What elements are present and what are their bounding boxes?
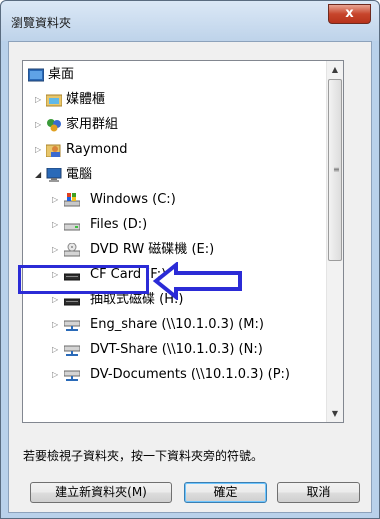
network-drive-icon: [64, 345, 80, 356]
scroll-up-icon[interactable]: ▲: [327, 61, 343, 78]
tree-item-label: Windows (C:): [90, 192, 176, 207]
new-folder-button[interactable]: 建立新資料夾(M): [30, 482, 172, 503]
system-drive-icon: [64, 193, 80, 207]
expand-arrow-icon[interactable]: ▷: [52, 188, 58, 212]
library-icon: [46, 94, 62, 107]
homegroup-icon: [47, 119, 61, 132]
vertical-scrollbar[interactable]: ▲ ≡ ▼: [326, 61, 343, 422]
expand-arrow-icon[interactable]: ▷: [35, 88, 41, 112]
scrollbar-thumb[interactable]: ≡: [328, 79, 342, 261]
tree-item-label: 桌面: [48, 67, 75, 82]
drive-icon: [64, 223, 80, 231]
title-bar[interactable]: 瀏覽資料夾 x: [1, 1, 379, 41]
tree-item-label: DVD RW 磁碟機 (E:): [90, 242, 215, 257]
cancel-button[interactable]: 取消: [277, 482, 360, 503]
expand-arrow-icon[interactable]: ▷: [35, 113, 41, 137]
user-folder-icon: [46, 144, 61, 157]
tree-item-label: 電腦: [66, 167, 93, 182]
highlight-box: [18, 265, 149, 294]
tree-item-label: Eng_share (\\10.1.0.3) (M:): [90, 317, 264, 332]
dialog-title: 瀏覽資料夾: [11, 16, 72, 30]
expand-arrow-icon[interactable]: ▷: [52, 338, 58, 362]
close-button[interactable]: x: [328, 4, 371, 24]
network-drive-icon: [64, 320, 80, 331]
pointer-arrow-icon: [152, 262, 242, 300]
removable-drive-icon: [64, 298, 80, 306]
hint-text: 若要檢視子資料夾，按一下資料夾旁的符號。: [23, 449, 264, 463]
expand-arrow-icon[interactable]: ▷: [52, 363, 58, 387]
expand-arrow-icon[interactable]: ▷: [52, 213, 58, 237]
tree-item-label: DV-Documents (\\10.1.0.3) (P:): [90, 367, 291, 382]
tree-item-label: 媒體櫃: [66, 92, 106, 107]
folder-tree[interactable]: 桌面 ▷ 媒體櫃 ▷ 家用群組 ▷ Raymond ◢ 電腦 ▷ Windows…: [22, 60, 344, 423]
expand-arrow-icon[interactable]: ▷: [52, 238, 58, 262]
tree-item-label: 家用群組: [66, 117, 119, 132]
grip-icon: ≡: [333, 165, 340, 174]
expand-arrow-icon[interactable]: ▷: [52, 313, 58, 337]
expand-arrow-icon[interactable]: ▷: [35, 138, 41, 162]
scroll-down-icon[interactable]: ▼: [327, 405, 343, 422]
desktop-icon: [28, 68, 44, 82]
ok-button[interactable]: 確定: [184, 482, 267, 503]
tree-item-label: Files (D:): [90, 217, 148, 232]
computer-icon: [46, 168, 62, 182]
tree-item-label: Raymond: [66, 142, 128, 157]
network-drive-icon: [64, 370, 80, 381]
tree-item-label: DVT-Share (\\10.1.0.3) (N:): [90, 342, 263, 357]
collapse-arrow-icon[interactable]: ◢: [35, 163, 41, 187]
dvd-drive-icon: [64, 243, 80, 257]
